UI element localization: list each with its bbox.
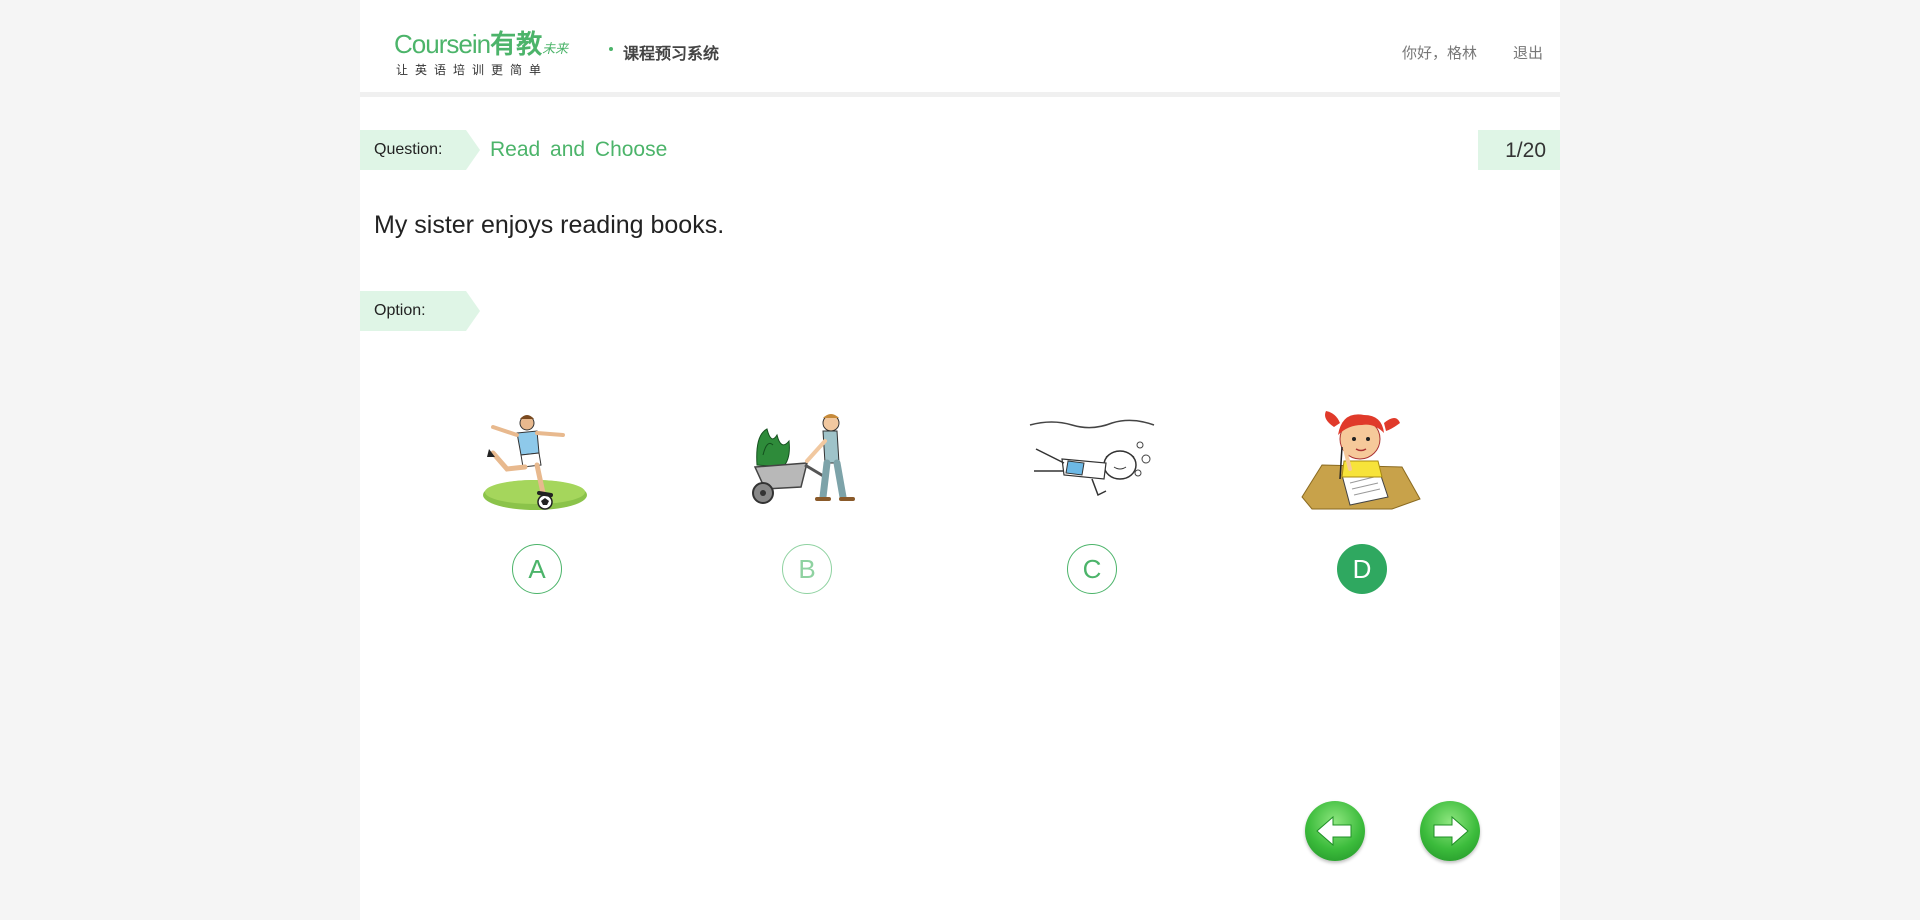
prev-button[interactable] xyxy=(1305,801,1365,861)
logo-brand-sub: 未来 xyxy=(542,42,569,57)
option-b-letter[interactable]: B xyxy=(782,544,832,594)
option-d[interactable]: D xyxy=(1292,405,1432,605)
option-a[interactable]: A xyxy=(467,405,607,605)
option-d-letter[interactable]: D xyxy=(1337,544,1387,594)
logo-slogan: 让英语培训更简单 xyxy=(396,63,549,77)
question-text: My sister enjoys reading books. xyxy=(374,211,725,239)
option-tag: Option: xyxy=(360,291,480,331)
logo-brand: Coursein有教未来 xyxy=(394,24,568,61)
user-greeting: 你好，格林 xyxy=(1402,44,1478,62)
progress-text: 1/20 xyxy=(1505,139,1546,162)
logo-brand-en: Coursein xyxy=(394,29,491,59)
arrow-left-icon xyxy=(1316,815,1352,847)
soccer-player-image xyxy=(483,415,587,510)
logo-brand-cn: 有教 xyxy=(490,30,543,60)
option-c[interactable]: C xyxy=(1022,405,1162,605)
girl-writing-image xyxy=(1301,411,1421,510)
next-button[interactable] xyxy=(1420,801,1480,861)
option-c-letter[interactable]: C xyxy=(1067,544,1117,594)
question-tag-label: Question: xyxy=(374,141,443,158)
option-tag-label: Option: xyxy=(374,302,426,319)
system-name: 课程预习系统 xyxy=(623,44,720,63)
swimming-child-image xyxy=(1029,419,1155,497)
main-panel: Coursein有教未来 让英语培训更简单 课程预习系统 你好，格林 退出 Qu… xyxy=(360,0,1560,920)
header: Coursein有教未来 让英语培训更简单 课程预习系统 你好，格林 退出 xyxy=(360,0,1560,97)
wheelbarrow-man-image xyxy=(752,414,855,504)
progress-badge: 1/20 xyxy=(1478,130,1560,170)
question-type: Read and Choose xyxy=(490,138,668,161)
arrow-right-icon xyxy=(1433,815,1469,847)
logo-separator-dot xyxy=(609,47,613,51)
logout-link[interactable]: 退出 xyxy=(1513,42,1543,63)
option-b[interactable]: B xyxy=(737,405,877,605)
option-a-letter[interactable]: A xyxy=(512,544,562,594)
question-tag: Question: xyxy=(360,130,480,170)
